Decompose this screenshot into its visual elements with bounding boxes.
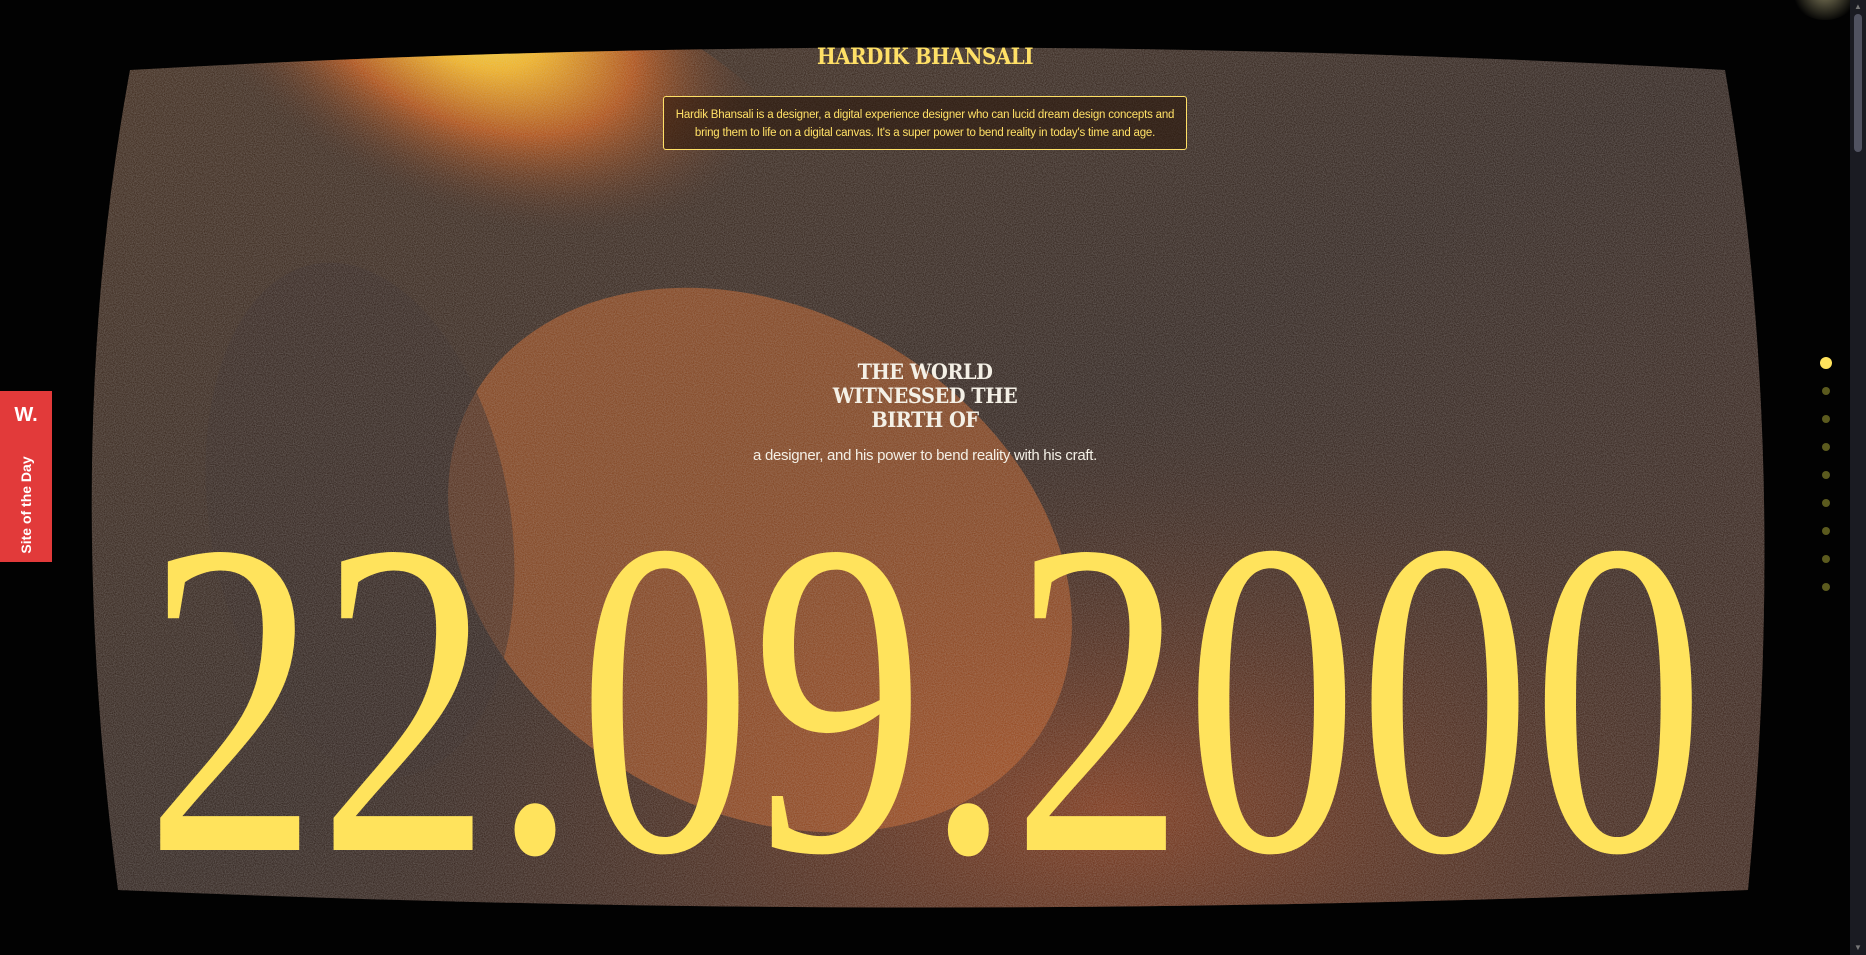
pagination-dot-7[interactable] [1822, 527, 1830, 535]
hero-headline: THE WORLD WITNESSED THE BIRTH OF [0, 360, 1850, 432]
pagination-dot-5[interactable] [1822, 471, 1830, 479]
pagination-dot-1[interactable] [1820, 357, 1832, 369]
headline-line-1: THE WORLD [857, 359, 993, 384]
page: HARDIK BHANSALI Hardik Bhansali is a des… [0, 0, 1866, 955]
pagination-dot-6[interactable] [1822, 499, 1830, 507]
bio-box: Hardik Bhansali is a designer, a digital… [663, 96, 1187, 150]
hero-subline: a designer, and his power to bend realit… [753, 447, 1097, 464]
scroll-down-icon[interactable]: ▼ [1854, 944, 1862, 952]
pagination-dot-8[interactable] [1822, 555, 1830, 563]
headline-line-2: WITNESSED THE [832, 383, 1018, 408]
pagination-dot-2[interactable] [1822, 387, 1830, 395]
badge-label: Site of the Day [18, 456, 34, 554]
site-of-the-day-badge[interactable]: W. Site of the Day [0, 391, 52, 562]
pagination-dot-4[interactable] [1822, 443, 1830, 451]
pagination-dot-3[interactable] [1822, 415, 1830, 423]
awwwards-logo: W. [14, 404, 38, 426]
scrollbar-thumb[interactable] [1854, 14, 1862, 152]
bio-text: Hardik Bhansali is a designer, a digital… [675, 109, 1175, 139]
scroll-up-icon[interactable]: ▲ [1854, 3, 1862, 11]
scrollbar[interactable]: ▲ ▼ [1850, 0, 1866, 955]
site-title[interactable]: HARDIK BHANSALI [93, 44, 1758, 70]
headline-line-3: BIRTH OF [871, 407, 979, 432]
pagination-dot-9[interactable] [1822, 583, 1830, 591]
